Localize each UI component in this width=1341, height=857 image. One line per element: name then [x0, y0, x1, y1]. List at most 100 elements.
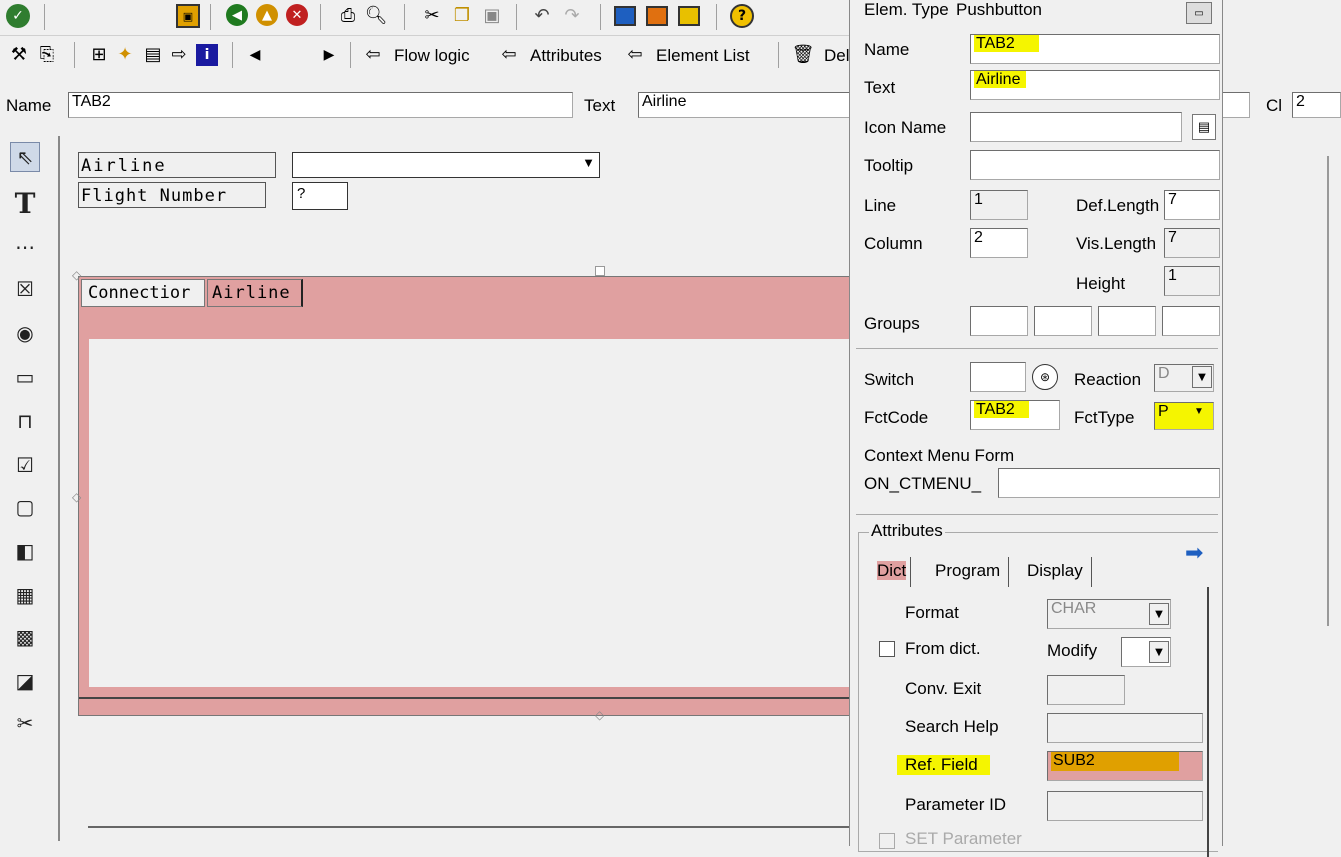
- wand-icon[interactable]: ⚒: [8, 44, 30, 66]
- tabstrip-inner-area: [89, 339, 861, 687]
- fcttype-chevron-icon[interactable]: ▼: [1194, 406, 1204, 417]
- cancel-icon[interactable]: ✕: [286, 4, 308, 26]
- subscreen-icon[interactable]: ▢: [10, 492, 40, 522]
- switch-select-icon[interactable]: ⊛: [1032, 364, 1058, 390]
- window-control-icon[interactable]: ▭: [1186, 2, 1212, 24]
- generate-icon[interactable]: ✦: [114, 44, 136, 66]
- name-input[interactable]: TAB2: [68, 92, 573, 118]
- save-icon[interactable]: ▣: [176, 4, 200, 28]
- element-list-arrow-icon[interactable]: ⇦: [624, 44, 646, 66]
- frame-icon[interactable]: ⊓: [10, 406, 40, 436]
- hierarchy-icon[interactable]: ⊞: [88, 44, 110, 66]
- resize-handle-left-icon[interactable]: ◇: [72, 490, 81, 504]
- application-toolbar: ⚒ ⎘ ⊞ ✦ ▤ ⇨ i ◀ ▶ ⇦ Flow logic ⇦ Attribu…: [0, 36, 850, 76]
- chevron-down-icon[interactable]: ▼: [582, 155, 595, 170]
- icon-browse-icon[interactable]: ▤: [1192, 114, 1216, 140]
- reaction-chevron-icon[interactable]: ▼: [1192, 366, 1212, 388]
- tooltip-input[interactable]: [970, 150, 1220, 180]
- copy-icon[interactable]: ❐: [450, 4, 474, 28]
- attributes-arrow-icon[interactable]: ⇦: [498, 44, 520, 66]
- format-chevron-icon[interactable]: ▼: [1149, 603, 1169, 625]
- group-input-1[interactable]: [970, 306, 1028, 336]
- back-icon[interactable]: ◀: [226, 4, 248, 26]
- tabstrip-wizard-icon[interactable]: ✂: [10, 708, 40, 738]
- status-icon[interactable]: ◪: [10, 666, 40, 696]
- table-control-icon[interactable]: ◧: [10, 536, 40, 566]
- checkbox-icon[interactable]: ☒: [10, 274, 40, 304]
- flow-logic-arrow-icon[interactable]: ⇦: [362, 44, 384, 66]
- cut-icon[interactable]: ✂: [420, 4, 444, 28]
- layout2-icon[interactable]: [646, 6, 668, 26]
- column-input[interactable]: 2: [970, 228, 1028, 258]
- fcttype-label: FctType: [1074, 408, 1135, 427]
- tabstrip[interactable]: Connectior Airline: [78, 276, 861, 716]
- right-background-panel: [1222, 136, 1341, 841]
- resize-handle-bottom-icon[interactable]: ◇: [595, 708, 604, 722]
- fcttype-select[interactable]: P: [1154, 402, 1214, 430]
- group-input-3[interactable]: [1098, 306, 1156, 336]
- previous-icon[interactable]: ◀: [244, 44, 266, 66]
- table-wizard-icon[interactable]: ▦: [10, 580, 40, 610]
- tab-connection[interactable]: Connectior: [81, 279, 205, 307]
- group-input-2[interactable]: [1034, 306, 1092, 336]
- help-icon[interactable]: ?: [730, 4, 754, 28]
- info-icon[interactable]: i: [196, 44, 218, 66]
- layout3-icon[interactable]: [678, 6, 700, 26]
- group-input-4[interactable]: [1162, 306, 1220, 336]
- text-field-icon[interactable]: T: [10, 187, 40, 220]
- layout-icon[interactable]: [614, 6, 636, 26]
- from-dict-checkbox[interactable]: [879, 641, 895, 657]
- exit-icon[interactable]: ▲: [256, 4, 278, 26]
- element-list-button[interactable]: Element List: [656, 46, 750, 66]
- on-ctmenu-label: ON_CTMENU_: [864, 474, 982, 493]
- scrollbar-track[interactable]: [1327, 156, 1329, 626]
- airline-dropdown[interactable]: ▼: [292, 152, 600, 178]
- redo-icon: ↷: [564, 5, 580, 26]
- text-input-end[interactable]: [1222, 92, 1250, 118]
- delete-icon[interactable]: 🗑︎: [792, 44, 815, 66]
- tab-display[interactable]: Display: [1019, 557, 1092, 587]
- switch-input[interactable]: [970, 362, 1026, 392]
- flight-number-input[interactable]: ?: [292, 182, 348, 210]
- undo-icon[interactable]: ↶: [530, 4, 554, 28]
- ref-field-input[interactable]: SUB2: [1047, 751, 1203, 781]
- custom-control-icon[interactable]: ▩: [10, 622, 40, 652]
- modify-chevron-icon[interactable]: ▼: [1149, 641, 1169, 663]
- print-icon[interactable]: ⎙: [336, 4, 360, 28]
- flow-logic-button[interactable]: Flow logic: [394, 46, 470, 66]
- text-input[interactable]: Airline: [638, 92, 853, 118]
- attributes-button[interactable]: Attributes: [530, 46, 602, 66]
- conv-exit-label: Conv. Exit: [905, 679, 982, 698]
- prop-text-input[interactable]: Airline: [970, 70, 1220, 100]
- find-icon[interactable]: 🔍︎: [364, 4, 388, 28]
- flight-number-label[interactable]: Flight Number: [78, 182, 266, 208]
- tabstrip-icon[interactable]: ☑: [10, 450, 40, 480]
- tab-program[interactable]: Program: [927, 557, 1010, 587]
- check-icon[interactable]: ✓: [6, 4, 30, 28]
- other-object-icon[interactable]: ⎘: [36, 44, 58, 66]
- resize-handle-icon[interactable]: [595, 266, 605, 276]
- arrow-box-icon[interactable]: ⇨: [168, 44, 190, 66]
- delete-button[interactable]: Del: [824, 46, 850, 66]
- element-palette: ⇖ T ⋯ ☒ ◉ ▭ ⊓ ☑ ▢ ◧ ▦ ▩ ◪ ✂: [0, 136, 54, 841]
- def-length-input[interactable]: 7: [1164, 190, 1220, 220]
- icon-name-input[interactable]: [970, 112, 1182, 142]
- tab-dict[interactable]: Dict: [873, 557, 912, 587]
- input-field-icon[interactable]: ⋯: [10, 232, 40, 262]
- pushbutton-icon[interactable]: ▭: [10, 362, 40, 392]
- canvas-bottom-rule: [88, 826, 860, 828]
- ref-field-label: Ref. Field: [897, 755, 990, 775]
- on-ctmenu-input[interactable]: [998, 468, 1220, 498]
- cl-input[interactable]: 2: [1292, 92, 1341, 118]
- modify-label: Modify: [1047, 641, 1098, 660]
- parameter-id-input: [1047, 791, 1203, 821]
- fctcode-input[interactable]: TAB2: [970, 400, 1060, 430]
- airline-label[interactable]: Airline: [78, 152, 276, 178]
- prop-name-input[interactable]: TAB2: [970, 34, 1220, 64]
- next-icon[interactable]: ▶: [318, 44, 340, 66]
- pointer-icon[interactable]: ⇖: [10, 142, 40, 172]
- tab-airline[interactable]: Airline: [207, 279, 303, 307]
- screen-icon[interactable]: ▤: [142, 44, 164, 66]
- radio-button-icon[interactable]: ◉: [10, 318, 40, 348]
- resize-handle-topleft-icon[interactable]: ◇: [72, 268, 81, 282]
